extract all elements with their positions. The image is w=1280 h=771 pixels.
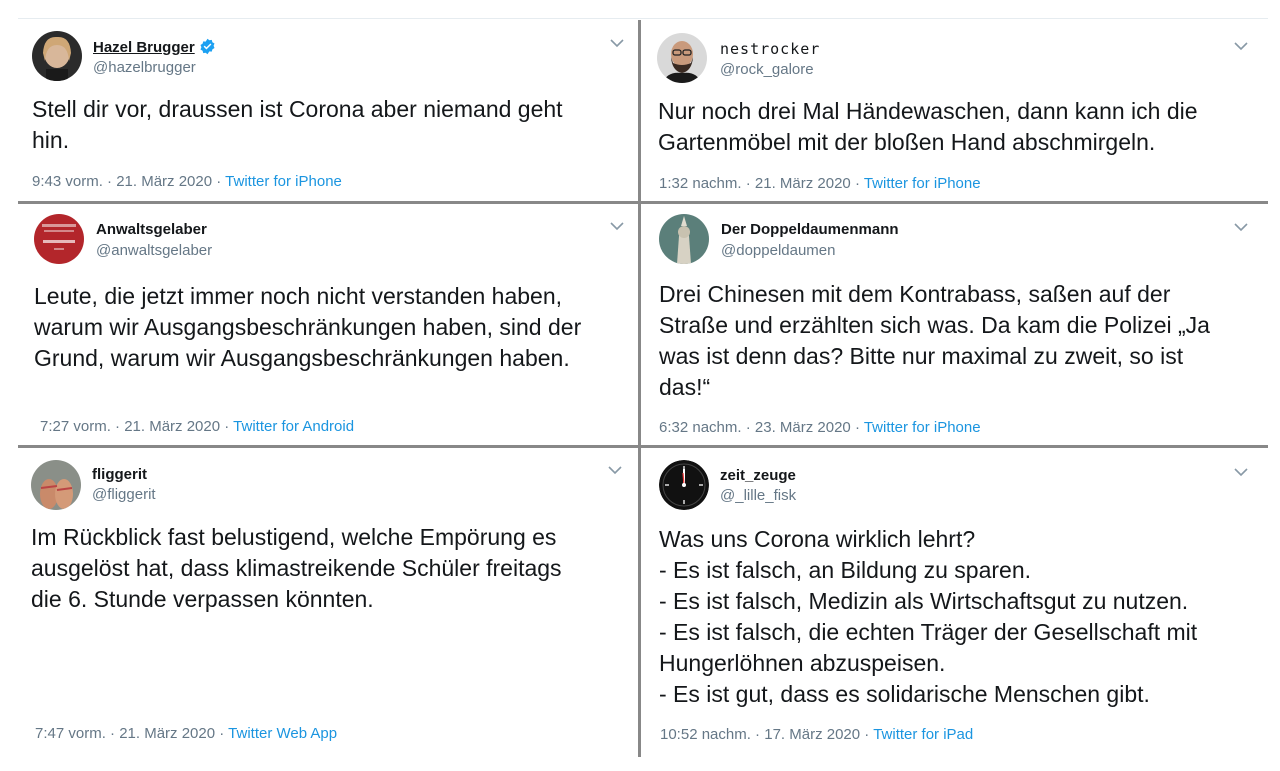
chevron-down-icon[interactable] (610, 221, 624, 231)
display-name[interactable]: nestrocker (720, 40, 820, 58)
avatar[interactable] (34, 214, 84, 264)
display-name[interactable]: Hazel Brugger (93, 38, 216, 56)
user-handle[interactable]: @doppeldaumen (721, 242, 835, 259)
chevron-down-icon[interactable] (1234, 41, 1248, 51)
chevron-down-icon[interactable] (610, 38, 624, 48)
tweet-text: Was uns Corona wirklich lehrt? - Es ist … (659, 526, 1198, 707)
tweet-meta: 9:43 vorm. · 21. März 2020 · Twitter for… (32, 173, 342, 190)
tweet-card[interactable]: Hazel Brugger @hazelbrugger Stell dir vo… (18, 20, 638, 201)
tweet-text: Stell dir vor, draussen ist Corona aber … (32, 96, 563, 153)
source-link[interactable]: Twitter for Android (233, 418, 354, 435)
user-handle[interactable]: @_lille_fisk (720, 487, 796, 504)
avatar[interactable] (32, 31, 82, 81)
tweet-text: Im Rückblick fast belustigend, welche Em… (31, 524, 562, 612)
display-name[interactable]: zeit_zeuge (720, 467, 796, 484)
display-name[interactable]: Der Doppeldaumenmann (721, 221, 899, 238)
timestamp[interactable]: 1:32 nachm. · 21. März 2020 · (659, 175, 860, 192)
avatar[interactable] (657, 33, 707, 83)
source-link[interactable]: Twitter Web App (228, 725, 337, 742)
tweet-card[interactable]: zeit_zeuge @_lille_fisk Was uns Corona w… (641, 448, 1268, 758)
tweet-meta: 7:47 vorm. · 21. März 2020 · Twitter Web… (35, 725, 337, 742)
tweet-meta: 10:52 nachm. · 17. März 2020 · Twitter f… (660, 726, 973, 743)
verified-badge-icon (200, 38, 215, 55)
tweet-text: Leute, die jetzt immer noch nicht versta… (34, 283, 582, 371)
display-name-text[interactable]: Hazel Brugger (93, 39, 195, 56)
avatar[interactable] (31, 460, 81, 510)
display-name[interactable]: Anwaltsgelaber (96, 221, 207, 238)
tweet-card[interactable]: fliggerit @fliggerit Im Rückblick fast b… (14, 448, 638, 758)
card-edge-top (18, 18, 1268, 19)
user-handle[interactable]: @anwaltsgelaber (96, 242, 212, 259)
tweet-text: Nur noch drei Mal Händewaschen, dann kan… (658, 98, 1198, 155)
timestamp[interactable]: 10:52 nachm. · 17. März 2020 · (660, 726, 869, 743)
tweet-card[interactable]: nestrocker @rock_galore Nur noch drei Ma… (641, 20, 1268, 201)
avatar[interactable] (659, 214, 709, 264)
source-link[interactable]: Twitter for iPhone (864, 419, 981, 436)
tweet-meta: 1:32 nachm. · 21. März 2020 · Twitter fo… (659, 175, 981, 192)
user-handle[interactable]: @hazelbrugger (93, 59, 196, 76)
display-name[interactable]: fliggerit (92, 466, 147, 483)
tweet-card[interactable]: Der Doppeldaumenmann @doppeldaumen Drei … (641, 204, 1268, 445)
timestamp[interactable]: 6:32 nachm. · 23. März 2020 · (659, 419, 860, 436)
chevron-down-icon[interactable] (1234, 222, 1248, 232)
source-link[interactable]: Twitter for iPhone (225, 173, 342, 190)
user-handle[interactable]: @rock_galore (720, 61, 814, 78)
timestamp[interactable]: 7:47 vorm. · 21. März 2020 · (35, 725, 224, 742)
tweet-meta: 7:27 vorm. · 21. März 2020 · Twitter for… (40, 418, 354, 435)
tweet-text: Drei Chinesen mit dem Kontrabass, saßen … (659, 281, 1210, 400)
user-handle[interactable]: @fliggerit (92, 486, 156, 503)
timestamp[interactable]: 9:43 vorm. · 21. März 2020 · (32, 173, 221, 190)
avatar[interactable] (659, 460, 709, 510)
chevron-down-icon[interactable] (608, 465, 622, 475)
tweet-card[interactable]: Anwaltsgelaber @anwaltsgelaber Leute, di… (18, 204, 638, 445)
tweet-meta: 6:32 nachm. · 23. März 2020 · Twitter fo… (659, 419, 981, 436)
chevron-down-icon[interactable] (1234, 467, 1248, 477)
timestamp[interactable]: 7:27 vorm. · 21. März 2020 · (40, 418, 229, 435)
source-link[interactable]: Twitter for iPhone (864, 175, 981, 192)
source-link[interactable]: Twitter for iPad (873, 726, 973, 743)
